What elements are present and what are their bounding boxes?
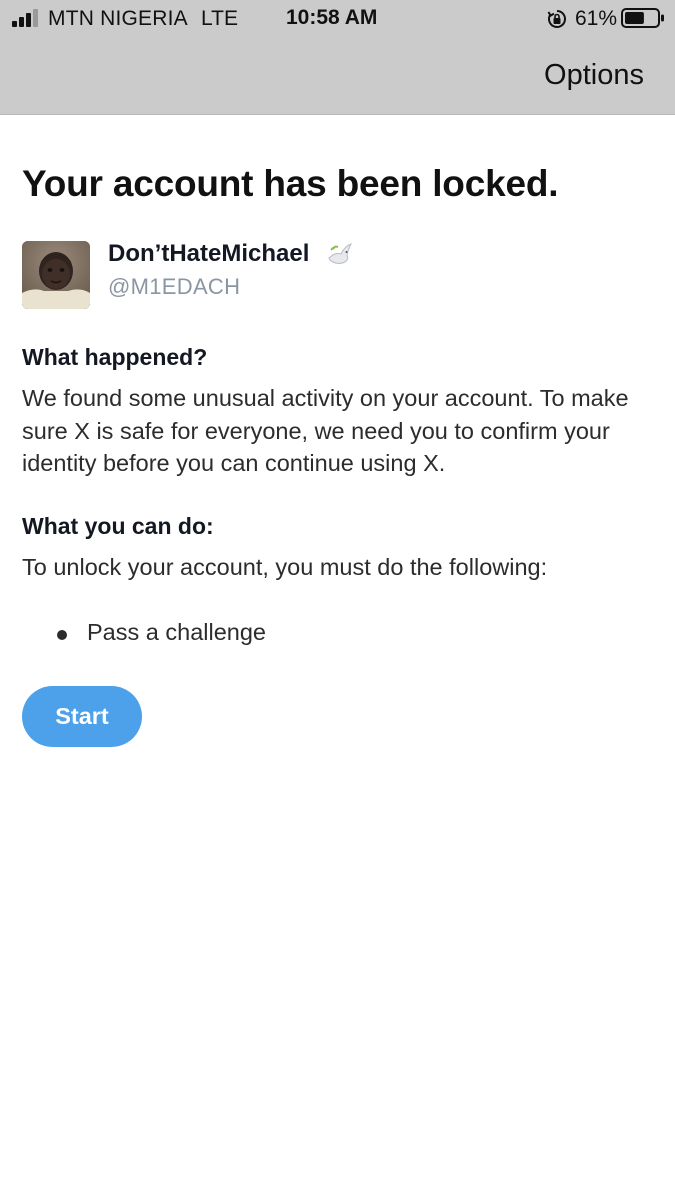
account-display-name: Don’tHateMichael	[108, 240, 310, 267]
dove-icon	[328, 243, 352, 264]
orientation-lock-icon	[547, 10, 566, 28]
account-handle: @M1EDACH	[108, 274, 241, 299]
status-time: 10:58 AM	[286, 6, 378, 29]
network-type: LTE	[201, 7, 238, 30]
avatar	[22, 241, 90, 309]
battery-percent: 61%	[575, 7, 618, 30]
what-happened-heading: What happened?	[22, 344, 208, 370]
carrier-name: MTN NIGERIA	[48, 7, 188, 30]
page-title: Your account has been locked.	[22, 163, 559, 204]
signal-strength-icon	[12, 9, 38, 27]
what-you-can-do-heading: What you can do:	[22, 513, 214, 539]
status-bar: MTN NIGERIA LTE 10:58 AM 61%	[0, 0, 675, 38]
battery-icon	[621, 8, 664, 28]
profile-photo-icon	[22, 241, 90, 309]
start-button[interactable]: Start	[22, 686, 142, 747]
locked-account-screen: MTN NIGERIA LTE 10:58 AM 61% Options You…	[0, 0, 675, 1200]
bullet-icon	[57, 630, 67, 640]
top-bar: MTN NIGERIA LTE 10:58 AM 61% Options	[0, 0, 675, 115]
options-button[interactable]: Options	[544, 59, 644, 92]
what-happened-text: We found some unusual activity on your a…	[22, 385, 629, 476]
list-item: Pass a challenge	[87, 619, 266, 645]
unlock-instructions-text: To unlock your account, you must do the …	[22, 554, 548, 580]
